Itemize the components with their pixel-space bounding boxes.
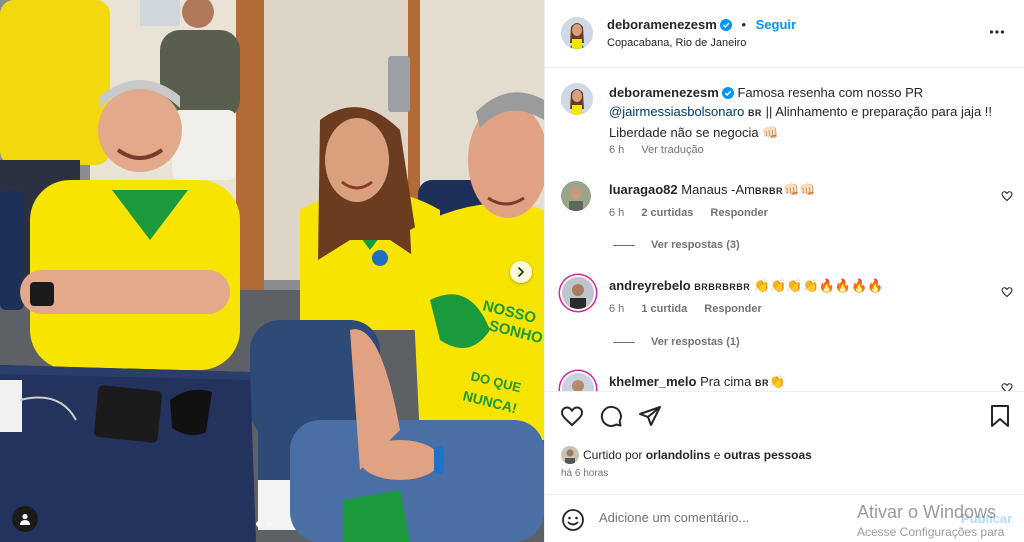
comment-text: andreyrebelo BRBRBRBR 👏👏👏👏🔥🔥🔥🔥	[609, 276, 999, 297]
comment-flags: BRBRBRBR	[694, 282, 751, 292]
comment-time: 6 h	[609, 207, 625, 219]
save-button[interactable]	[989, 404, 1011, 433]
view-replies-label: Ver respostas (1)	[651, 336, 740, 348]
like-comment-button[interactable]	[1001, 285, 1013, 303]
translate-button[interactable]: Ver tradução	[641, 144, 703, 156]
like-comment-button[interactable]	[1001, 381, 1013, 391]
caption-flag: BR	[747, 108, 762, 118]
comment-emoji: 👏	[768, 374, 786, 389]
paper-plane-icon	[639, 406, 661, 426]
post-side-panel: deboramenezesm • Seguir Copacabana, Rio …	[544, 0, 1024, 542]
comment-emoji: 👏👏👏👏🔥🔥🔥🔥	[753, 278, 884, 293]
chevron-right-icon	[518, 267, 524, 277]
reply-button[interactable]: Responder	[704, 303, 761, 315]
post-caption: deboramenezesm Famosa resenha com nosso …	[609, 83, 999, 142]
comment-flags: BR	[754, 378, 769, 388]
view-replies-button[interactable]: Ver respostas (3)	[613, 239, 740, 251]
tagged-users-button[interactable]	[12, 506, 38, 532]
comment-username[interactable]: khelmer_melo	[609, 374, 696, 389]
comment-username[interactable]: luaragao82	[609, 182, 678, 197]
comment-bubble-icon	[600, 405, 622, 427]
more-options-button[interactable]	[989, 24, 1005, 45]
user-tag-icon	[20, 513, 30, 525]
comment-flags: BRBR	[754, 186, 783, 196]
comment-avatar[interactable]	[561, 181, 591, 211]
avatar-image	[561, 446, 579, 464]
post-actions: Curtido por orlandolins e outras pessoas…	[545, 391, 1024, 494]
author-avatar[interactable]	[561, 17, 593, 49]
follow-button[interactable]: Seguir	[756, 17, 796, 32]
comment-body: Manaus -Am	[681, 182, 755, 197]
comment-username[interactable]: andreyrebelo	[609, 278, 691, 293]
comment-avatar-story[interactable]	[562, 277, 594, 309]
comment-input[interactable]	[599, 510, 899, 525]
carousel-dot	[266, 521, 272, 527]
carousel-indicator	[256, 521, 272, 527]
bookmark-icon	[991, 405, 1009, 427]
instagram-post-modal: NOSSO SONHO DO QUE NUNCA! deboramenezesm…	[0, 0, 1024, 542]
next-slide-button[interactable]	[510, 261, 532, 283]
post-header: deboramenezesm • Seguir Copacabana, Rio …	[545, 0, 1024, 68]
author-username[interactable]: deboramenezesm	[607, 17, 717, 32]
comment-meta: 6 h 1 curtida Responder	[609, 303, 776, 315]
caption-username[interactable]: deboramenezesm	[609, 85, 719, 100]
comment-text: luaragao82 Manaus -AmBRBR👊🏻👊🏻	[609, 180, 999, 201]
comment-button[interactable]	[599, 404, 623, 433]
comment-text: khelmer_melo Pra cima BR👏	[609, 372, 999, 391]
avatar-image	[562, 373, 594, 391]
replies-divider	[613, 341, 635, 343]
post-timestamp[interactable]: há 6 horas	[561, 468, 608, 479]
share-button[interactable]	[638, 404, 662, 433]
comment-avatar-story[interactable]	[562, 373, 594, 391]
comment-time: 6 h	[609, 303, 625, 315]
heart-outline-icon	[560, 406, 584, 427]
heart-outline-icon	[1001, 383, 1013, 391]
heart-outline-icon	[1001, 191, 1013, 202]
liker-username[interactable]: orlandolins	[646, 448, 711, 462]
likes-summary: Curtido por orlandolins e outras pessoas	[561, 446, 812, 464]
avatar-image	[561, 181, 591, 211]
caption-time: 6 h	[609, 144, 625, 156]
likes-connector: e	[713, 448, 721, 462]
caption-mention-link[interactable]: @jairmessiasbolsonaro	[609, 104, 744, 119]
post-photo[interactable]: NOSSO SONHO DO QUE NUNCA!	[0, 0, 544, 542]
separator-dot: •	[741, 17, 747, 32]
like-button[interactable]	[560, 404, 584, 433]
smiley-icon	[562, 509, 584, 531]
header-user-line: deboramenezesm • Seguir	[607, 17, 796, 32]
caption-meta: 6 h Ver tradução	[609, 144, 718, 156]
liker-avatar[interactable]	[561, 446, 579, 464]
comment-composer: Publicar	[545, 494, 1024, 542]
replies-divider	[613, 244, 635, 246]
comment-likes-count[interactable]: 2 curtidas	[641, 207, 693, 219]
comment-meta: 6 h 2 curtidas Responder	[609, 207, 782, 219]
avatar-image	[562, 277, 594, 309]
carousel-dot-active	[256, 521, 262, 527]
likes-prefix: Curtido por	[583, 448, 643, 462]
more-horizontal-icon	[989, 30, 1005, 34]
post-location[interactable]: Copacabana, Rio de Janeiro	[607, 37, 746, 49]
likes-others-link[interactable]: outras pessoas	[724, 448, 812, 462]
avatar-image	[561, 17, 593, 49]
post-photo-illustration: NOSSO SONHO DO QUE NUNCA!	[0, 0, 544, 542]
view-replies-button[interactable]: Ver respostas (1)	[613, 336, 740, 348]
verified-badge-icon	[721, 87, 734, 99]
comment-likes-count[interactable]: 1 curtida	[641, 303, 687, 315]
view-replies-label: Ver respostas (3)	[651, 239, 740, 251]
comment-emoji: 👊🏻👊🏻	[782, 182, 816, 197]
avatar-image	[561, 83, 593, 115]
reply-button[interactable]: Responder	[710, 207, 767, 219]
verified-badge-icon	[719, 19, 732, 31]
comments-list[interactable]: deboramenezesm Famosa resenha com nosso …	[545, 69, 1024, 391]
caption-text-start: Famosa resenha com nosso PR	[737, 85, 924, 100]
publish-button[interactable]: Publicar	[961, 511, 1012, 526]
heart-outline-icon	[1001, 287, 1013, 298]
emoji-picker-button[interactable]	[561, 508, 585, 537]
caption-avatar[interactable]	[561, 83, 593, 115]
like-comment-button[interactable]	[1001, 189, 1013, 207]
comment-body: Pra cima	[700, 374, 752, 389]
